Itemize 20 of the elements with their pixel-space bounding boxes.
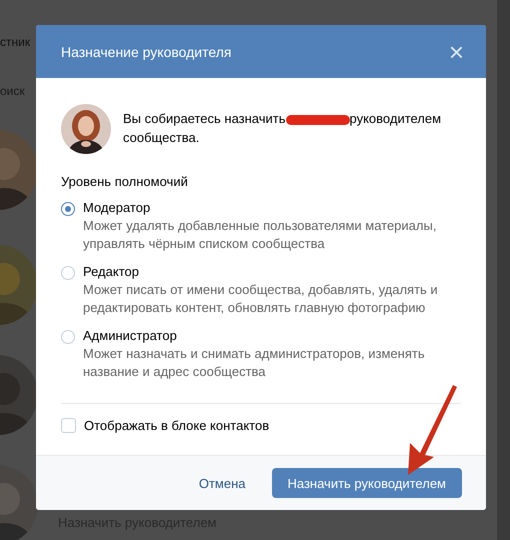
- checkbox[interactable]: [61, 418, 76, 433]
- cancel-button[interactable]: Отмена: [184, 468, 260, 498]
- role-label[interactable]: Редактор: [83, 263, 461, 281]
- dialog-title: Назначение руководителя: [61, 44, 232, 60]
- role-description: Может назначать и снимать администраторов, изменять название и адрес сообщества: [83, 345, 426, 381]
- role-description: Может писать от имени сообщества, добавлять, удалять и редактировать контент, обновлять главную фотографию: [83, 281, 439, 317]
- section-heading: стник: [0, 35, 30, 49]
- intro-text: руководителем: [350, 111, 442, 126]
- radio-button[interactable]: [61, 330, 75, 344]
- intro-text: Вы собираетесь назначить: [123, 111, 286, 126]
- checkbox-label[interactable]: Отображать в блоке контактов: [84, 418, 270, 433]
- section-title: Уровень полномочий: [61, 174, 189, 189]
- radio-button[interactable]: [61, 266, 75, 280]
- role-label[interactable]: Модератор: [83, 199, 461, 217]
- role-label[interactable]: Администратор: [83, 327, 461, 345]
- radio-button[interactable]: [61, 202, 75, 216]
- redaction-mark: [286, 114, 350, 125]
- intro-text: сообщества.: [123, 130, 200, 145]
- role-description: Может удалять добавленные пользователями материалы, управлять чёрным списком сообщества: [83, 217, 438, 253]
- confirm-button[interactable]: Назначить руководителем: [272, 468, 462, 498]
